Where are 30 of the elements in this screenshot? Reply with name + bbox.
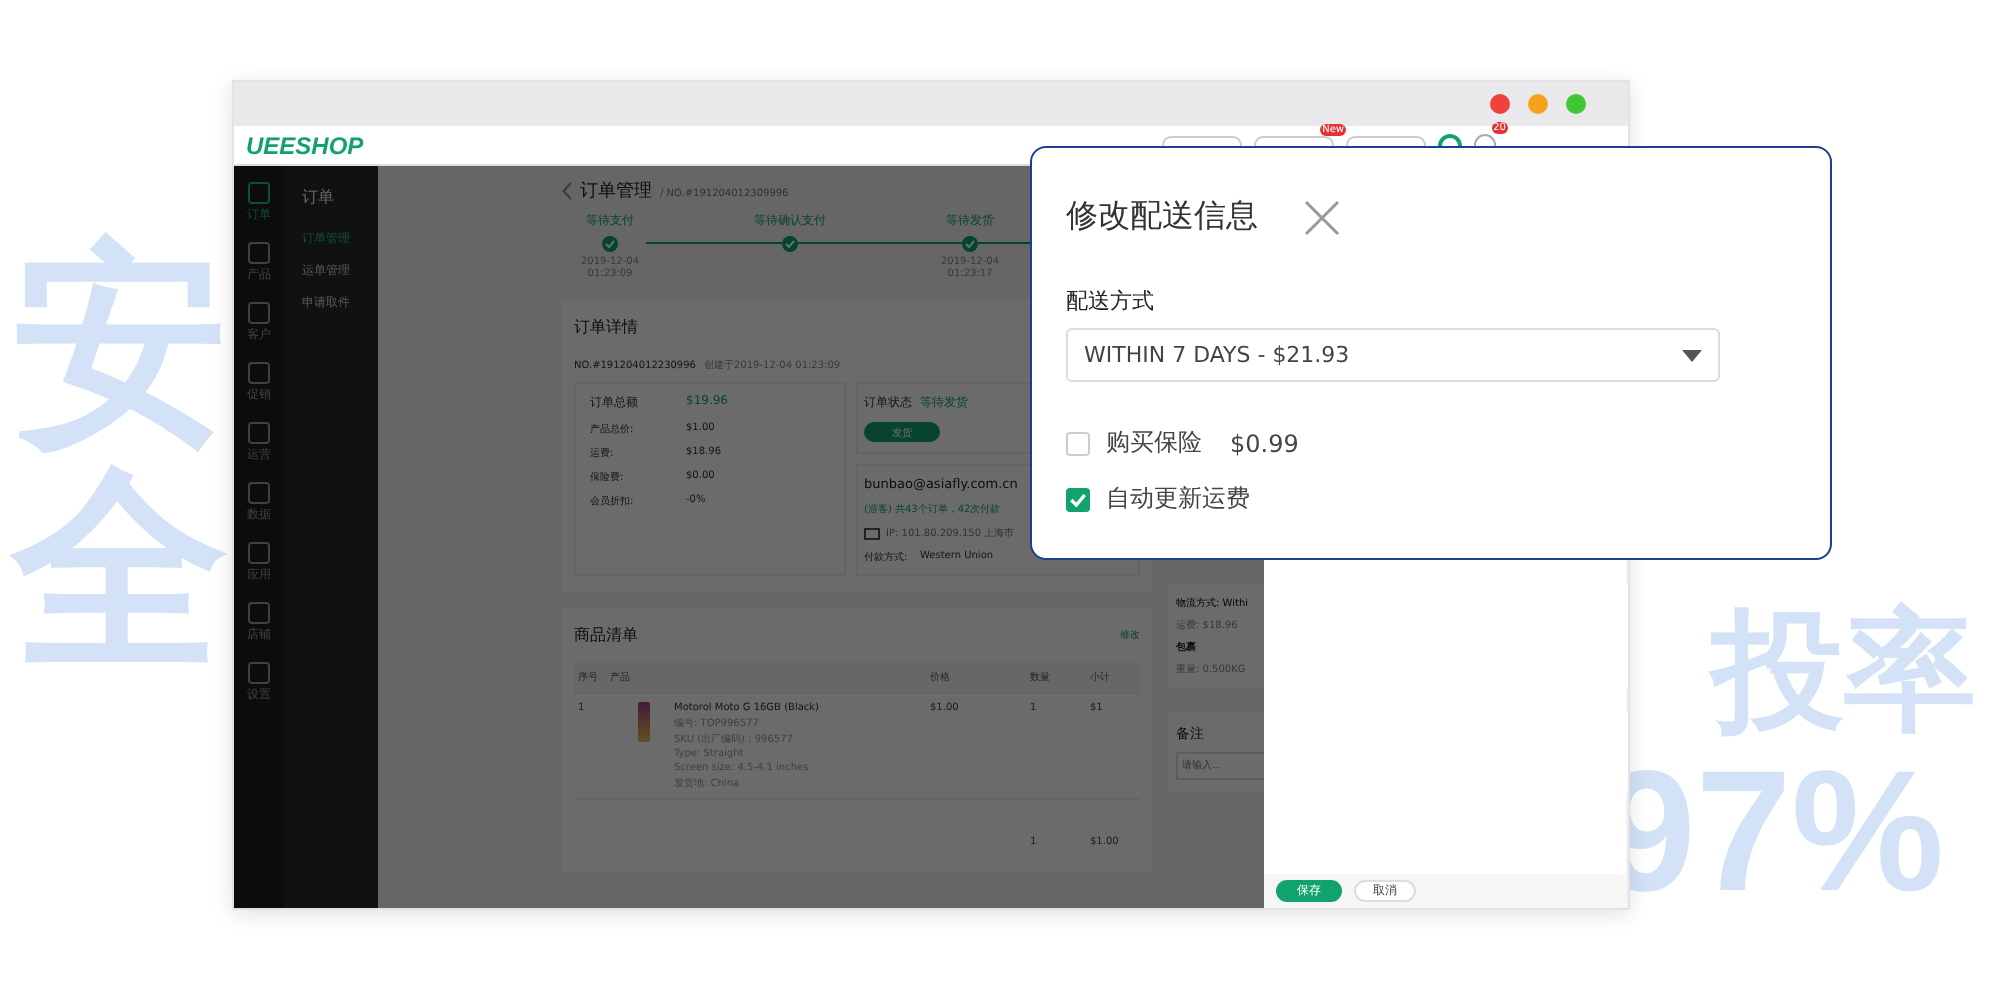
nav-icon [248,602,270,624]
nav-icon [248,482,270,504]
window-control-dot[interactable] [1528,94,1548,114]
checkbox[interactable] [1066,487,1090,511]
window-control-dot[interactable] [1490,94,1510,114]
checkbox-label: 购买保险 [1106,426,1202,460]
shipping-select[interactable]: WITHIN 7 DAYS - $21.93 [1066,328,1720,382]
dialog-title: 修改配送信息 [1066,196,1258,238]
card-title: 商品清单 [574,624,638,646]
card-title: 订单详情 [574,316,640,338]
nav-icon [248,422,270,444]
caret-icon [1682,349,1702,361]
nav-icon [248,302,270,324]
nav-icon [248,542,270,564]
checkbox[interactable] [1066,431,1090,455]
page-title: 订单管理 [580,179,652,204]
monitor-icon [864,527,880,539]
checkbox-label: 自动更新运费 [1106,482,1250,516]
back-icon[interactable] [562,182,572,200]
option-price: $0.99 [1230,429,1299,457]
sidebar-title: 订单 [302,186,336,208]
nav-icon [248,242,270,264]
logo[interactable]: UEESHOP [246,131,364,159]
nav-icon [248,362,270,384]
field-label: 配送方式 [1066,286,1156,316]
close-icon[interactable] [1302,197,1342,237]
phone-thumbnail [638,702,650,742]
window-control-dot[interactable] [1566,94,1586,114]
nav-icon [248,182,270,204]
nav-icon [248,662,270,684]
